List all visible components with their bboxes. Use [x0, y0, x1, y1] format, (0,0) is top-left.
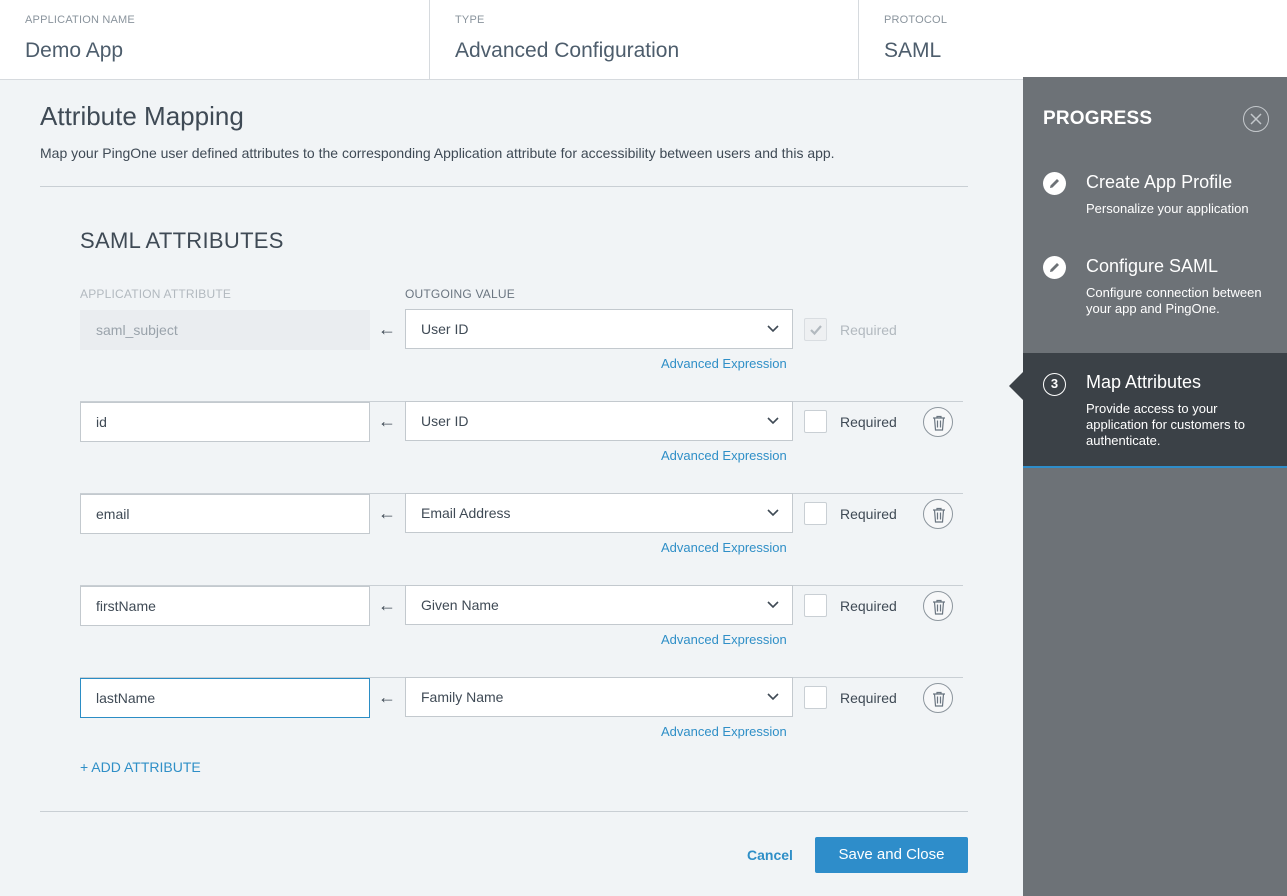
delete-attribute-button[interactable]	[923, 683, 953, 713]
column-header-application-attribute: APPLICATION ATTRIBUTE	[80, 287, 232, 301]
step-map-attributes[interactable]: 3 Map Attributes Provide access to your …	[1023, 353, 1287, 468]
trash-icon	[933, 691, 945, 707]
close-icon	[1250, 113, 1262, 125]
save-and-close-button[interactable]: Save and Close	[815, 837, 968, 873]
attribute-row-email: ← Email Address Advanced Expression Requ…	[80, 493, 963, 586]
required-checkbox	[804, 318, 827, 341]
trash-icon	[933, 507, 945, 523]
outgoing-value-select[interactable]: Email Address	[405, 493, 793, 533]
step-description: Configure connection between your app an…	[1086, 285, 1262, 316]
step-description: Provide access to your application for c…	[1086, 401, 1245, 448]
chevron-down-icon	[767, 601, 779, 609]
required-checkbox[interactable]	[804, 686, 827, 709]
outgoing-value-select[interactable]: Given Name	[405, 585, 793, 625]
column-header-outgoing-value: OUTGOING VALUE	[405, 287, 515, 301]
attribute-row-saml-subject: ← User ID Advanced Expression Required	[80, 309, 963, 402]
application-attribute-input[interactable]	[80, 402, 370, 442]
step-configure-saml[interactable]: Configure SAML Configure connection betw…	[1023, 251, 1287, 341]
step-create-app-profile[interactable]: Create App Profile Personalize your appl…	[1023, 167, 1287, 227]
step-description: Personalize your application	[1086, 201, 1249, 216]
header-protocol-value: SAML	[884, 39, 942, 62]
advanced-expression-link[interactable]: Advanced Expression	[661, 724, 787, 739]
advanced-expression-link[interactable]: Advanced Expression	[661, 448, 787, 463]
required-checkbox[interactable]	[804, 594, 827, 617]
mapping-arrow-icon: ←	[378, 319, 396, 339]
attribute-row-lastname: ← Family Name Advanced Expression Requir…	[80, 677, 963, 770]
mapping-arrow-icon: ←	[378, 411, 396, 431]
close-button[interactable]	[1243, 106, 1269, 132]
outgoing-value-text: Family Name	[421, 689, 504, 705]
section-title: SAML ATTRIBUTES	[80, 228, 284, 253]
header-type: TYPE Advanced Configuration	[430, 0, 859, 80]
outgoing-value-select[interactable]: Family Name	[405, 677, 793, 717]
chevron-down-icon	[767, 325, 779, 333]
chevron-down-icon	[767, 693, 779, 701]
delete-attribute-button[interactable]	[923, 591, 953, 621]
required-label: Required	[840, 598, 897, 614]
active-step-pointer	[1009, 372, 1023, 400]
header-type-value: Advanced Configuration	[455, 39, 680, 62]
chevron-down-icon	[767, 509, 779, 517]
step-title: Create App Profile	[1086, 172, 1233, 192]
page-subtitle: Map your PingOne user defined attributes…	[40, 145, 835, 161]
application-attribute-input[interactable]	[80, 678, 370, 718]
application-attribute-input	[80, 310, 370, 350]
chevron-down-icon	[767, 417, 779, 425]
required-label: Required	[840, 690, 897, 706]
top-divider	[40, 186, 968, 187]
application-attribute-input[interactable]	[80, 494, 370, 534]
required-label: Required	[840, 414, 897, 430]
delete-attribute-button[interactable]	[923, 499, 953, 529]
progress-title: PROGRESS	[1043, 108, 1153, 129]
header-protocol-label: PROTOCOL	[884, 14, 948, 26]
delete-attribute-button[interactable]	[923, 407, 953, 437]
step-title: Configure SAML	[1086, 256, 1219, 276]
required-label: Required	[840, 506, 897, 522]
progress-panel: PROGRESS Create App Profile Personalize …	[1023, 77, 1287, 896]
add-attribute-link[interactable]: + ADD ATTRIBUTE	[80, 759, 201, 775]
attribute-row-firstname: ← Given Name Advanced Expression Require…	[80, 585, 963, 678]
outgoing-value-text: User ID	[421, 413, 469, 429]
required-checkbox[interactable]	[804, 410, 827, 433]
app-header: APPLICATION NAME Demo App TYPE Advanced …	[0, 0, 1287, 80]
cancel-button[interactable]: Cancel	[747, 847, 793, 863]
attribute-mapping-panel: Attribute Mapping Map your PingOne user …	[0, 80, 1023, 896]
page-title: Attribute Mapping	[40, 101, 244, 131]
outgoing-value-text: Email Address	[421, 505, 511, 521]
header-protocol: PROTOCOL SAML	[859, 0, 1287, 80]
pencil-icon	[1043, 256, 1066, 279]
bottom-divider	[40, 811, 968, 812]
outgoing-value-select[interactable]: User ID	[405, 309, 793, 349]
required-label: Required	[840, 322, 897, 338]
application-attribute-input[interactable]	[80, 586, 370, 626]
outgoing-value-select[interactable]: User ID	[405, 401, 793, 441]
advanced-expression-link[interactable]: Advanced Expression	[661, 632, 787, 647]
advanced-expression-link[interactable]: Advanced Expression	[661, 356, 787, 371]
required-checkbox[interactable]	[804, 502, 827, 525]
header-app-name-label: APPLICATION NAME	[25, 14, 135, 26]
mapping-arrow-icon: ←	[378, 503, 396, 523]
outgoing-value-text: User ID	[421, 321, 469, 337]
checkmark-icon	[810, 325, 822, 336]
mapping-arrow-icon: ←	[378, 595, 396, 615]
mapping-arrow-icon: ←	[378, 687, 396, 707]
header-app-name: APPLICATION NAME Demo App	[0, 0, 430, 80]
pencil-icon	[1043, 172, 1066, 195]
step-number-badge: 3	[1043, 373, 1066, 396]
advanced-expression-link[interactable]: Advanced Expression	[661, 540, 787, 555]
outgoing-value-text: Given Name	[421, 597, 499, 613]
attribute-row-id: ← User ID Advanced Expression Required	[80, 401, 963, 494]
header-type-label: TYPE	[455, 14, 485, 26]
trash-icon	[933, 599, 945, 615]
trash-icon	[933, 415, 945, 431]
step-title: Map Attributes	[1086, 372, 1202, 392]
header-app-name-value: Demo App	[25, 39, 124, 62]
